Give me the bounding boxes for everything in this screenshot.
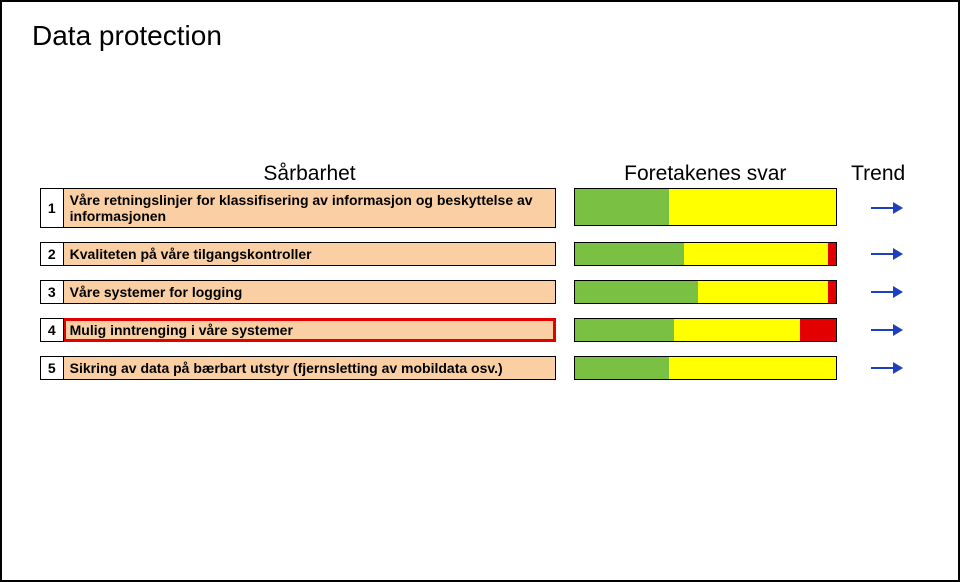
vulnerability-text: Våre systemer for logging <box>64 280 556 304</box>
content-area: Sårbarhet Foretakenes svar Trend 1Våre r… <box>40 162 920 394</box>
bar-segment-green <box>575 281 698 303</box>
bar-segment-yellow <box>674 319 800 341</box>
arrow-right-icon <box>869 324 903 336</box>
table-row: 3Våre systemer for logging <box>40 280 920 304</box>
trend-arrow <box>851 280 920 304</box>
bar-segment-red <box>800 319 837 341</box>
slide-frame: Data protection Sårbarhet Foretakenes sv… <box>0 0 960 582</box>
response-bar <box>574 280 838 304</box>
response-bar <box>574 356 838 380</box>
row-number: 2 <box>40 242 64 266</box>
bar-segment-yellow <box>669 189 836 225</box>
header-vulnerability: Sårbarhet <box>64 162 556 186</box>
row-number: 5 <box>40 356 64 380</box>
bar-segment-green <box>575 243 685 265</box>
arrow-right-icon <box>869 362 903 374</box>
vulnerability-text: Mulig inntrenging i våre systemer <box>64 318 556 342</box>
vulnerability-text: Våre retningslinjer for klassifisering a… <box>64 188 556 228</box>
table-row: 2Kvaliteten på våre tilgangskontroller <box>40 242 920 266</box>
table-row: 1Våre retningslinjer for klassifisering … <box>40 188 920 228</box>
response-bar <box>574 242 838 266</box>
row-number: 1 <box>40 188 64 228</box>
vulnerability-text: Sikring av data på bærbart utstyr (fjern… <box>64 356 556 380</box>
trend-arrow <box>851 242 920 266</box>
vulnerability-text: Kvaliteten på våre tilgangskontroller <box>64 242 556 266</box>
arrow-right-icon <box>869 248 903 260</box>
table-row: 4Mulig inntrenging i våre systemer <box>40 318 920 342</box>
bar-segment-yellow <box>669 357 836 379</box>
trend-arrow <box>851 356 920 380</box>
bar-segment-yellow <box>684 243 828 265</box>
bar-segment-green <box>575 319 674 341</box>
response-bar <box>574 318 838 342</box>
table-row: 5Sikring av data på bærbart utstyr (fjer… <box>40 356 920 380</box>
bar-segment-green <box>575 189 669 225</box>
header-responses: Foretakenes svar <box>573 162 837 186</box>
row-number: 4 <box>40 318 64 342</box>
arrow-right-icon <box>869 202 903 214</box>
page-title: Data protection <box>32 20 222 52</box>
header-row: Sårbarhet Foretakenes svar Trend <box>40 162 920 186</box>
bar-segment-red <box>828 281 836 303</box>
arrow-right-icon <box>869 286 903 298</box>
trend-arrow <box>851 318 920 342</box>
bar-segment-yellow <box>698 281 829 303</box>
header-trend: Trend <box>851 162 920 186</box>
bar-segment-green <box>575 357 669 379</box>
bar-segment-red <box>828 243 836 265</box>
row-number: 3 <box>40 280 64 304</box>
rows-container: 1Våre retningslinjer for klassifisering … <box>40 188 920 380</box>
trend-arrow <box>851 188 920 228</box>
response-bar <box>574 188 838 226</box>
